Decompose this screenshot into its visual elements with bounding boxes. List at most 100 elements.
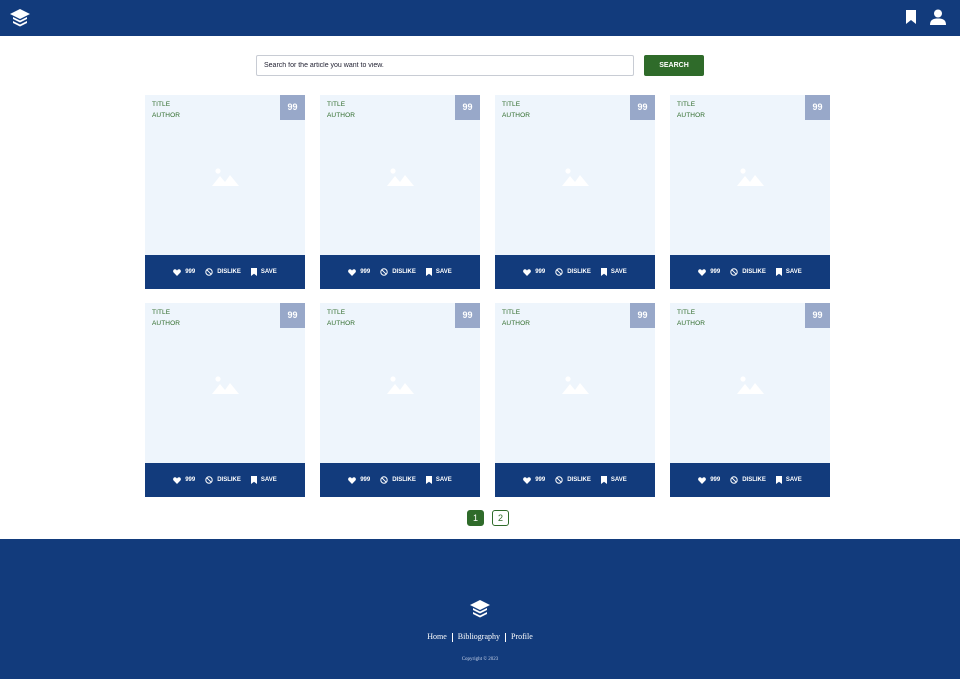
like-button[interactable]: 999 — [348, 268, 371, 276]
like-button[interactable]: 999 — [523, 476, 545, 484]
like-button[interactable]: 999 — [523, 268, 546, 276]
footer-link-bibliography[interactable]: Bibliography — [458, 632, 500, 641]
like-count: 999 — [535, 269, 546, 275]
save-button[interactable]: SAVE — [775, 476, 802, 484]
score-badge: 99 — [280, 95, 305, 120]
image-placeholder-icon — [737, 376, 764, 394]
bookmark-icon[interactable] — [905, 10, 917, 24]
search-button[interactable]: SEARCH — [644, 55, 704, 76]
save-button[interactable]: SAVE — [425, 268, 452, 276]
save-label: SAVE — [260, 477, 277, 483]
like-count: 999 — [185, 269, 196, 275]
pagination: 12 — [467, 510, 509, 526]
card-title: TITLE — [327, 101, 346, 108]
card-title: TITLE — [152, 309, 171, 316]
save-label: SAVE — [610, 269, 627, 275]
card-author: AUTHOR — [677, 320, 706, 327]
article-card[interactable]: TITLE AUTHOR 99 999 DISLIKE SAVE — [495, 303, 655, 497]
bookmark-icon — [250, 268, 257, 276]
save-label: SAVE — [785, 477, 802, 483]
article-card[interactable]: TITLE AUTHOR 99 999 DISLIKE SAVE — [320, 95, 480, 289]
save-label: SAVE — [435, 269, 452, 275]
save-button[interactable]: SAVE — [250, 476, 277, 484]
image-placeholder-icon — [212, 376, 239, 394]
ban-icon — [380, 476, 388, 484]
page-button-2[interactable]: 2 — [492, 510, 509, 526]
ban-icon — [205, 476, 213, 484]
article-card[interactable]: TITLE AUTHOR 99 999 DISLIKE SAVE — [670, 95, 830, 289]
search-input[interactable] — [256, 55, 634, 76]
bookmark-icon — [425, 476, 432, 484]
dislike-button[interactable]: DISLIKE — [205, 476, 241, 484]
footer-link-home[interactable]: Home — [427, 632, 447, 641]
footer-links: Home Bibliography Profile — [0, 632, 960, 642]
dislike-label: DISLIKE — [217, 477, 241, 483]
score-badge: 99 — [630, 95, 655, 120]
bookmark-icon — [250, 476, 257, 484]
heart-icon — [348, 268, 357, 276]
card-author: AUTHOR — [152, 112, 181, 119]
like-button[interactable]: 999 — [173, 268, 196, 276]
heart-icon — [523, 268, 532, 276]
card-title: TITLE — [327, 309, 346, 316]
article-card[interactable]: TITLE AUTHOR 99 999 DISLIKE SAVE — [145, 303, 305, 497]
card-actions: 999 DISLIKE SAVE — [670, 463, 830, 497]
footer-divider — [451, 632, 453, 642]
dislike-button[interactable]: DISLIKE — [380, 476, 416, 484]
like-count: 999 — [185, 477, 196, 483]
dislike-label: DISLIKE — [742, 477, 766, 483]
card-actions: 999 DISLIKE SAVE — [670, 255, 830, 289]
card-author: AUTHOR — [327, 320, 356, 327]
article-card[interactable]: TITLE AUTHOR 99 999 DISLIKE SAVE — [495, 95, 655, 289]
dislike-button[interactable]: DISLIKE — [380, 268, 416, 276]
save-label: SAVE — [785, 269, 802, 275]
score-badge: 99 — [805, 303, 830, 328]
like-button[interactable]: 999 — [348, 476, 371, 484]
article-card[interactable]: TITLE AUTHOR 99 999 DISLIKE SAVE — [320, 303, 480, 497]
like-count: 999 — [360, 477, 371, 483]
dislike-button[interactable]: DISLIKE — [730, 476, 766, 484]
score-badge: 99 — [455, 95, 480, 120]
card-title: TITLE — [677, 101, 696, 108]
score-badge: 99 — [280, 303, 305, 328]
card-title: TITLE — [677, 309, 696, 316]
like-button[interactable]: 999 — [173, 476, 196, 484]
dislike-label: DISLIKE — [567, 477, 591, 483]
save-button[interactable]: SAVE — [775, 268, 802, 276]
footer: Home Bibliography Profile Copyright © 2023 — [0, 539, 960, 679]
card-title: TITLE — [502, 309, 521, 316]
save-label: SAVE — [610, 477, 627, 483]
footer-divider — [505, 632, 506, 642]
bookmark-icon — [775, 268, 782, 276]
ban-icon — [380, 268, 388, 276]
heart-icon — [173, 268, 182, 276]
article-card[interactable]: TITLE AUTHOR 99 999 DISLIKE SAVE — [670, 303, 830, 497]
dislike-button[interactable]: DISLIKE — [555, 476, 591, 484]
like-button[interactable]: 999 — [698, 268, 721, 276]
like-count: 999 — [360, 269, 371, 275]
page-button-1[interactable]: 1 — [467, 510, 484, 526]
ban-icon — [730, 476, 738, 484]
footer-link-profile[interactable]: Profile — [511, 632, 533, 641]
save-button[interactable]: SAVE — [425, 476, 452, 484]
card-author: AUTHOR — [502, 112, 531, 119]
graduation-cap-icon[interactable] — [9, 8, 31, 28]
image-placeholder-icon — [212, 168, 239, 186]
dislike-button[interactable]: DISLIKE — [730, 268, 766, 276]
article-card[interactable]: TITLE AUTHOR 99 999 DISLIKE SAVE — [145, 95, 305, 289]
save-button[interactable]: SAVE — [600, 476, 627, 484]
save-button[interactable]: SAVE — [250, 268, 277, 276]
card-author: AUTHOR — [152, 320, 181, 327]
card-author: AUTHOR — [502, 320, 531, 327]
copyright-text: Copyright © 2023 — [461, 657, 499, 662]
user-icon[interactable] — [930, 9, 946, 25]
like-button[interactable]: 999 — [698, 476, 721, 484]
heart-icon — [348, 476, 357, 484]
like-count: 999 — [710, 477, 721, 483]
dislike-button[interactable]: DISLIKE — [205, 268, 241, 276]
bookmark-icon — [425, 268, 432, 276]
dislike-button[interactable]: DISLIKE — [555, 268, 591, 276]
like-count: 999 — [710, 269, 721, 275]
heart-icon — [698, 476, 707, 484]
save-button[interactable]: SAVE — [600, 268, 627, 276]
